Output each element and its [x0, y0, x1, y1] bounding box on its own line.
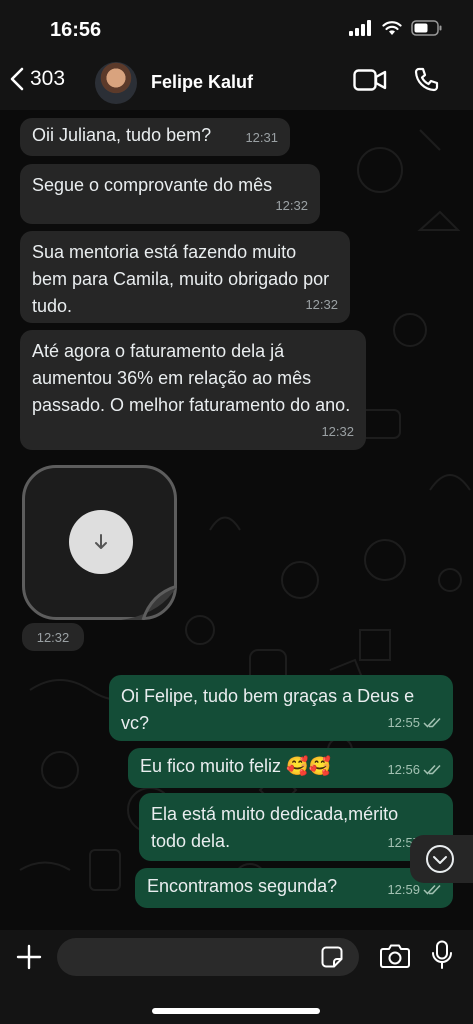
battery-icon	[411, 20, 442, 36]
sticker-placeholder[interactable]	[22, 465, 177, 620]
scroll-to-bottom-button[interactable]	[410, 835, 473, 883]
message-text: Até agora o faturamento dela já aumentou…	[32, 341, 351, 415]
message-text: Sua mentoria está fazendo muito bem para…	[32, 242, 330, 316]
contact-name[interactable]: Felipe Kaluf	[151, 72, 253, 93]
message-time: 12:56	[387, 756, 441, 783]
wifi-icon	[382, 21, 402, 35]
message-time: 12:31	[245, 130, 278, 145]
message-time-label: 12:55	[387, 715, 420, 730]
chevron-down-circle-icon	[425, 845, 454, 873]
phone-call-icon[interactable]	[413, 67, 439, 93]
signal-icon	[349, 20, 371, 36]
incoming-message[interactable]: Sua mentoria está fazendo muito bem para…	[20, 231, 350, 323]
chevron-left-icon	[10, 67, 24, 91]
plus-icon[interactable]	[16, 944, 42, 970]
message-text: Oii Juliana, tudo bem?	[32, 125, 212, 145]
message-text: Segue o comprovante do mês	[32, 175, 273, 195]
top-bar: 16:56 303 Felipe Kaluf	[0, 0, 473, 110]
video-call-icon[interactable]	[353, 69, 387, 91]
message-time-label: 12:56	[387, 762, 420, 777]
unread-count: 303	[30, 67, 66, 90]
back-button[interactable]: 303	[10, 67, 65, 91]
download-button[interactable]	[69, 510, 133, 574]
chat-header: 303 Felipe Kaluf	[0, 58, 473, 108]
incoming-message[interactable]: Oii Juliana, tudo bem? 12:31	[20, 118, 290, 156]
outgoing-message[interactable]: Ela está muito dedicada,mérito todo dela…	[139, 793, 453, 861]
message-text: Eu fico muito feliz 🥰🥰	[140, 756, 331, 776]
message-time: 12:32	[321, 424, 354, 439]
double-check-icon	[423, 717, 441, 728]
composer-bar	[0, 930, 473, 1024]
contact-avatar[interactable]	[95, 62, 137, 104]
home-indicator	[152, 1008, 320, 1014]
page-curl	[121, 564, 177, 620]
incoming-message[interactable]: Até agora o faturamento dela já aumentou…	[20, 330, 366, 450]
message-text: Encontramos segunda?	[147, 876, 338, 896]
sticker-time: 12:32	[22, 623, 84, 651]
status-time: 16:56	[50, 19, 102, 41]
arrow-down-icon	[95, 534, 107, 549]
outgoing-message[interactable]: Oi Felipe, tudo bem graças a Deus e vc? …	[109, 675, 453, 741]
message-text: Ela está muito dedicada,mérito todo dela…	[151, 804, 399, 851]
sticker-icon[interactable]	[321, 946, 343, 968]
message-text: Oi Felipe, tudo bem graças a Deus e vc?	[121, 686, 415, 733]
status-icons	[349, 20, 443, 36]
camera-icon[interactable]	[380, 943, 410, 969]
incoming-message[interactable]: Segue o comprovante do mês 12:32	[20, 164, 320, 224]
double-check-icon	[423, 764, 441, 775]
microphone-icon[interactable]	[431, 940, 453, 970]
message-input[interactable]	[57, 938, 359, 976]
message-time: 12:55	[387, 709, 441, 736]
double-check-icon	[423, 884, 441, 895]
outgoing-message[interactable]: Encontramos segunda? 12:59	[135, 868, 453, 908]
message-time: 12:32	[305, 297, 338, 312]
outgoing-message[interactable]: Eu fico muito feliz 🥰🥰 12:56	[128, 748, 453, 788]
chat-area[interactable]: Oii Juliana, tudo bem? 12:31 Segue o com…	[0, 110, 473, 930]
message-time: 12:32	[275, 198, 308, 213]
